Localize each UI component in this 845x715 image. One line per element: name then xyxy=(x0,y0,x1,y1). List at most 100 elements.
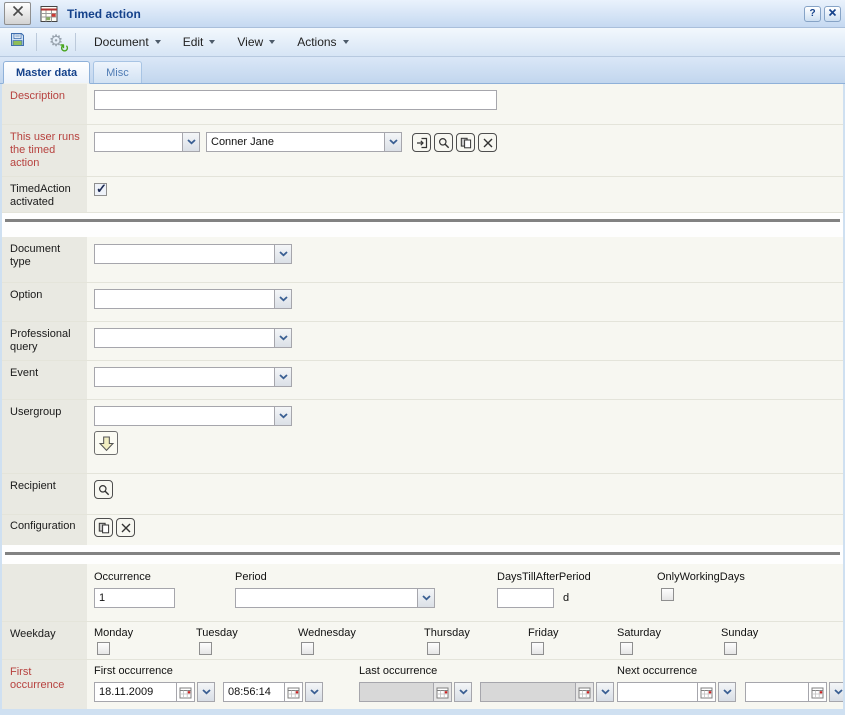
close-icon xyxy=(828,8,837,20)
next-occurrence-date-input[interactable] xyxy=(617,682,698,702)
window-back-close-button[interactable] xyxy=(4,2,31,25)
date-dropdown-button[interactable] xyxy=(197,682,215,702)
occurrence-input[interactable] xyxy=(94,588,175,608)
sunday-checkbox[interactable] xyxy=(724,642,737,655)
combo-trigger-button[interactable] xyxy=(384,133,401,151)
first-occurrence-time-input[interactable] xyxy=(223,682,285,702)
user-search-button[interactable] xyxy=(434,133,453,152)
next-occurrence-date-field[interactable] xyxy=(617,682,736,702)
calendar-picker-button[interactable] xyxy=(809,682,827,702)
recipient-label: Recipient xyxy=(2,474,87,514)
calendar-icon xyxy=(436,686,449,699)
close-button[interactable] xyxy=(824,6,841,22)
help-button[interactable]: ? xyxy=(804,6,821,22)
friday-label: Friday xyxy=(528,627,617,639)
event-combo[interactable] xyxy=(94,367,292,387)
saturday-checkbox[interactable] xyxy=(620,642,633,655)
first-occurrence-date-field[interactable] xyxy=(94,682,215,702)
user-clear-button[interactable] xyxy=(478,133,497,152)
professional-query-label: Professional query xyxy=(2,322,87,360)
combo-trigger-button[interactable] xyxy=(274,407,291,425)
time-dropdown-button[interactable] xyxy=(829,682,843,702)
usergroup-combo-value xyxy=(95,407,274,425)
combo-trigger-button[interactable] xyxy=(274,245,291,263)
combo-trigger-button[interactable] xyxy=(274,368,291,386)
tuesday-checkbox[interactable] xyxy=(199,642,212,655)
tab-master-data[interactable]: Master data xyxy=(3,61,90,84)
run-action-button[interactable]: ⚙ ↻ xyxy=(44,30,68,54)
user-name-combo[interactable]: Conner Jane xyxy=(206,132,402,152)
occurrence-label: Occurrence xyxy=(94,571,235,583)
last-occurrence-date-field xyxy=(359,682,472,702)
user-type-combo-value xyxy=(95,133,182,151)
help-icon: ? xyxy=(809,8,815,19)
menu-actions[interactable]: Actions xyxy=(286,31,359,53)
thursday-checkbox[interactable] xyxy=(427,642,440,655)
chevron-down-icon xyxy=(834,689,843,695)
user-type-combo[interactable] xyxy=(94,132,200,152)
usergroup-combo[interactable] xyxy=(94,406,292,426)
date-dropdown-button[interactable] xyxy=(718,682,736,702)
weekday-label: Weekday xyxy=(2,622,87,659)
save-button[interactable] xyxy=(5,30,29,54)
sunday-label: Sunday xyxy=(721,627,758,639)
option-label: Option xyxy=(2,283,87,321)
usergroup-add-button[interactable] xyxy=(94,431,118,455)
saturday-label: Saturday xyxy=(617,627,721,639)
toolbar-separator xyxy=(75,33,76,51)
row-description: Description xyxy=(2,84,843,125)
menu-document[interactable]: Document xyxy=(83,31,172,53)
next-occurrence-time-input[interactable] xyxy=(745,682,809,702)
calendar-picker-button[interactable] xyxy=(698,682,716,702)
calendar-picker-button[interactable] xyxy=(285,682,303,702)
timedaction-activated-checkbox[interactable] xyxy=(94,183,107,196)
configuration-copy-button[interactable] xyxy=(94,518,113,537)
tab-misc[interactable]: Misc xyxy=(93,61,142,83)
calendar-icon xyxy=(578,686,591,699)
configuration-clear-button[interactable] xyxy=(116,518,135,537)
monday-checkbox[interactable] xyxy=(97,642,110,655)
recipient-search-button[interactable] xyxy=(94,480,113,499)
days-unit-label: d xyxy=(563,592,569,604)
divider-line xyxy=(5,219,840,222)
description-input[interactable] xyxy=(94,90,497,110)
professional-query-combo[interactable] xyxy=(94,328,292,348)
calendar-picker-button xyxy=(434,682,452,702)
menu-view[interactable]: View xyxy=(226,31,286,53)
activated-label: TimedAction activated xyxy=(2,177,87,212)
friday-checkbox[interactable] xyxy=(531,642,544,655)
document-type-combo[interactable] xyxy=(94,244,292,264)
first-occurrence-date-input[interactable] xyxy=(94,682,177,702)
wednesday-checkbox[interactable] xyxy=(301,642,314,655)
monday-label: Monday xyxy=(94,627,196,639)
tab-master-data-label: Master data xyxy=(16,67,77,79)
calendar-picker-button[interactable] xyxy=(177,682,195,702)
combo-trigger-button[interactable] xyxy=(182,133,199,151)
row-occurrences: First occurrence First occurrence xyxy=(2,660,843,709)
next-occurrence-time-field[interactable] xyxy=(745,682,843,702)
chevron-down-icon xyxy=(310,689,319,695)
days-till-after-period-input[interactable] xyxy=(497,588,554,608)
days-till-after-period-label: DaysTillAfterPeriod xyxy=(497,571,657,583)
period-combo[interactable] xyxy=(235,588,435,608)
time-dropdown-button[interactable] xyxy=(305,682,323,702)
last-occurrence-date-input xyxy=(359,682,434,702)
calendar-icon xyxy=(179,686,192,699)
combo-trigger-button[interactable] xyxy=(417,589,434,607)
user-copy-button[interactable] xyxy=(456,133,475,152)
first-occurrence-time-field[interactable] xyxy=(223,682,323,702)
menu-edit[interactable]: Edit xyxy=(172,31,227,53)
combo-trigger-button[interactable] xyxy=(274,329,291,347)
goto-record-button[interactable] xyxy=(412,133,431,152)
close-icon xyxy=(11,4,25,23)
last-occurrence-time-field xyxy=(480,682,614,702)
only-working-days-checkbox[interactable] xyxy=(661,588,674,601)
combo-trigger-button[interactable] xyxy=(274,290,291,308)
first-occurrence-label: First occurrence xyxy=(94,665,359,677)
calendar-app-icon xyxy=(40,5,58,23)
row-schedule: Occurrence Period DaysTillAfterPeriod xyxy=(2,564,843,622)
chevron-down-icon xyxy=(422,595,431,601)
row-user: This user runs the timed action Conner J… xyxy=(2,125,843,177)
row-weekday: Weekday Monday Tuesday Wednesday Thursda… xyxy=(2,622,843,660)
option-combo[interactable] xyxy=(94,289,292,309)
